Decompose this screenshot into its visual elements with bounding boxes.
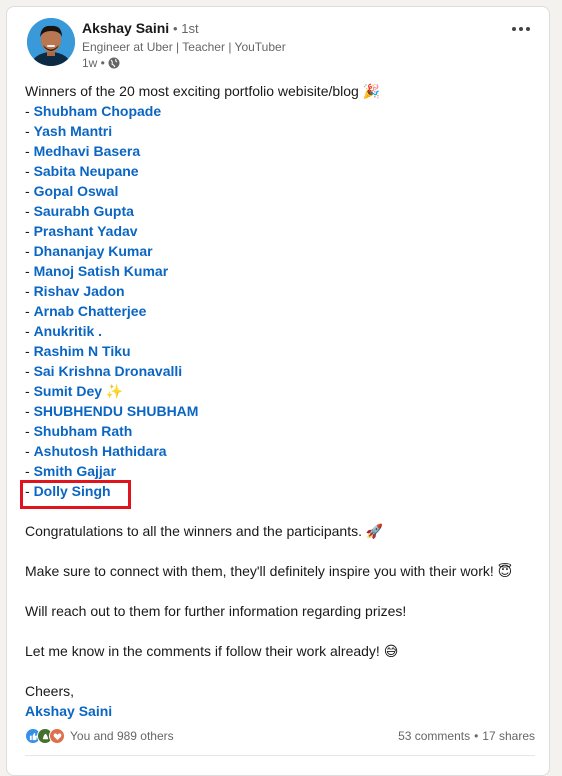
winner-mention[interactable]: Gopal Oswal [34,183,119,199]
winner-item: - Medhavi Basera [25,143,141,159]
winner-item: - Shubham Rath [25,423,133,439]
winner-mention[interactable]: Prashant Yadav [34,223,138,239]
winner-item: - Prashant Yadav [25,223,138,239]
winner-mention[interactable]: Sumit Dey [34,383,102,399]
winner-mention[interactable]: SHUBHENDU SHUBHAM [34,403,199,419]
winner-item: - Arnab Chatterjee [25,303,147,319]
social-counts: You and 989 others 53 comments • 17 shar… [25,726,535,746]
author-avatar[interactable] [27,18,75,66]
winner-item: - Saurabh Gupta [25,203,134,219]
winner-mention[interactable]: Rashim N Tiku [34,343,131,359]
shares-count[interactable]: 17 shares [482,729,535,743]
signature-mention[interactable]: Akshay Saini [25,703,112,719]
winner-item: - Gopal Oswal [25,183,119,199]
winner-item: - Shubham Chopade [25,103,162,119]
winner-mention[interactable]: Saurabh Gupta [34,203,134,219]
post-card: Akshay Saini • 1st Engineer at Uber | Te… [6,6,550,776]
winner-item: - Dhananjay Kumar [25,243,153,259]
winner-mention[interactable]: Ashutosh Hathidara [34,443,167,459]
signature-line: Akshay Saini [25,701,535,721]
footer-divider [25,755,535,756]
winner-item: - Yash Mantri [25,123,113,139]
love-reaction-icon [49,728,65,744]
winner-item: - Rashim N Tiku [25,343,131,359]
winner-mention[interactable]: Medhavi Basera [34,143,141,159]
congrats-text: Congratulations to all the winners and t… [25,523,384,539]
post-timestamp: 1w • [82,56,120,70]
winner-mention[interactable]: Manoj Satish Kumar [34,263,169,279]
winner-mention[interactable]: Dhananjay Kumar [34,243,153,259]
winner-mention[interactable]: Sabita Neupane [34,163,139,179]
more-options-button[interactable] [509,17,533,41]
winner-mention[interactable]: Shubham Chopade [34,103,162,119]
reactions-count[interactable]: You and 989 others [70,729,174,743]
dot [519,27,523,31]
connection-degree: • 1st [173,21,199,36]
connect-text: Make sure to connect with them, they'll … [25,563,513,579]
winner-item: - SHUBHENDU SHUBHAM [25,403,199,419]
dot [526,27,530,31]
winner-item: - Sai Krishna Dronavalli [25,363,183,379]
engagement-stats: 53 comments • 17 shares [398,729,535,743]
dot [512,27,516,31]
highlight-annotation [20,480,131,509]
author-name-text[interactable]: Akshay Saini [82,20,169,36]
comments-prompt-text: Let me know in the comments if follow th… [25,643,399,659]
sparkle-emoji: ✨ [105,383,124,399]
author-name[interactable]: Akshay Saini • 1st [82,20,199,36]
reactions-summary[interactable]: You and 989 others [25,728,174,744]
stats-separator: • [474,729,479,743]
winner-item: - Anukritik . [25,323,103,339]
winner-item: - Sabita Neupane [25,163,139,179]
author-headline: Engineer at Uber | Teacher | YouTuber [82,40,286,54]
signoff-text: Cheers, [25,683,75,699]
comments-count[interactable]: 53 comments [398,729,470,743]
winner-mention[interactable]: Smith Gajjar [34,463,116,479]
winner-mention[interactable]: Yash Mantri [34,123,113,139]
winner-mention[interactable]: Shubham Rath [34,423,133,439]
winner-item: - Sumit Dey ✨ [25,383,124,399]
winner-item: - Smith Gajjar [25,463,117,479]
globe-icon [108,57,120,69]
winner-item: - Rishav Jadon [25,283,125,299]
winner-mention[interactable]: Sai Krishna Dronavalli [34,363,183,379]
winner-item: - Manoj Satish Kumar [25,263,169,279]
post-body: Winners of the 20 most exciting portfoli… [25,81,535,721]
winner-item: - Ashutosh Hathidara [25,443,167,459]
winner-mention[interactable]: Rishav Jadon [34,283,125,299]
winner-mention[interactable]: Anukritik . [34,323,102,339]
prizes-text: Will reach out to them for further infor… [25,603,407,619]
post-intro: Winners of the 20 most exciting portfoli… [25,83,381,99]
post-age: 1w • [82,56,105,70]
winner-mention[interactable]: Arnab Chatterjee [34,303,147,319]
